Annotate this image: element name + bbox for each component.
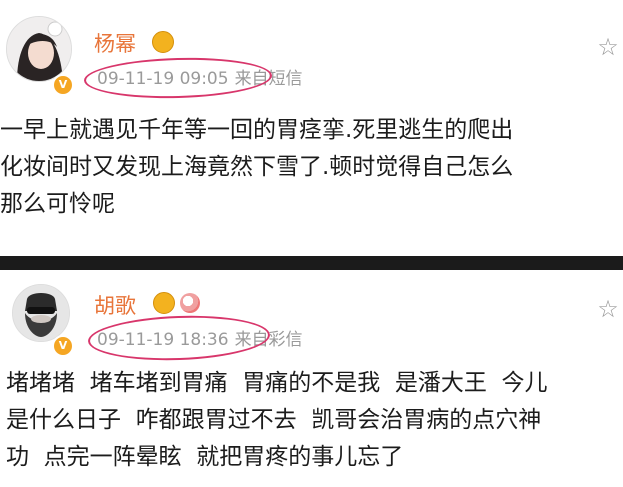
- author-name[interactable]: 胡歌: [94, 290, 136, 320]
- star-outline-icon[interactable]: ☆: [595, 34, 621, 60]
- weibo-post-1: V 杨幂 09-11-19 09:05 来自短信 ☆ 一早上就遇见千年等一回的胃痉…: [0, 0, 623, 256]
- highlight-circle: [83, 55, 273, 101]
- post-text-line: 堵堵堵 堵车堵到胃痛 胃痛的不是我 是潘大王 今儿: [6, 370, 548, 396]
- post-divider: [0, 256, 623, 270]
- verified-badge-icon: V: [52, 74, 74, 96]
- medal-icon: [180, 293, 200, 313]
- medal-icon: [152, 31, 174, 53]
- highlight-circle: [87, 312, 271, 364]
- medal-icon: [153, 292, 175, 314]
- star-outline-icon[interactable]: ☆: [595, 296, 621, 322]
- author-avatar[interactable]: [6, 16, 72, 82]
- verified-badge-icon: V: [52, 335, 74, 357]
- post-text-line: 化妆间时又发现上海竟然下雪了.顿时觉得自己怎么: [0, 154, 514, 180]
- post-text: 堵堵堵 堵车堵到胃痛 胃痛的不是我 是潘大王 今儿 是什么日子 咋都跟胃过不去 凯…: [6, 365, 623, 476]
- post-text: 一早上就遇见千年等一回的胃痉挛.死里逃生的爬出 化妆间时又发现上海竟然下雪了.顿时…: [0, 112, 623, 223]
- weibo-post-2: V 胡歌 09-11-19 18:36 来自彩信 ☆ 堵堵堵 堵车堵到胃痛 胃痛的…: [0, 270, 623, 487]
- author-avatar[interactable]: [12, 284, 70, 342]
- post-text-line: 那么可怜呢: [0, 191, 115, 217]
- author-name[interactable]: 杨幂: [94, 28, 136, 58]
- post-text-line: 功 点完一阵晕眩 就把胃疼的事儿忘了: [6, 444, 404, 470]
- post-text-line: 是什么日子 咋都跟胃过不去 凯哥会治胃病的点穴神: [6, 407, 542, 433]
- post-text-line: 一早上就遇见千年等一回的胃痉挛.死里逃生的爬出: [0, 117, 514, 143]
